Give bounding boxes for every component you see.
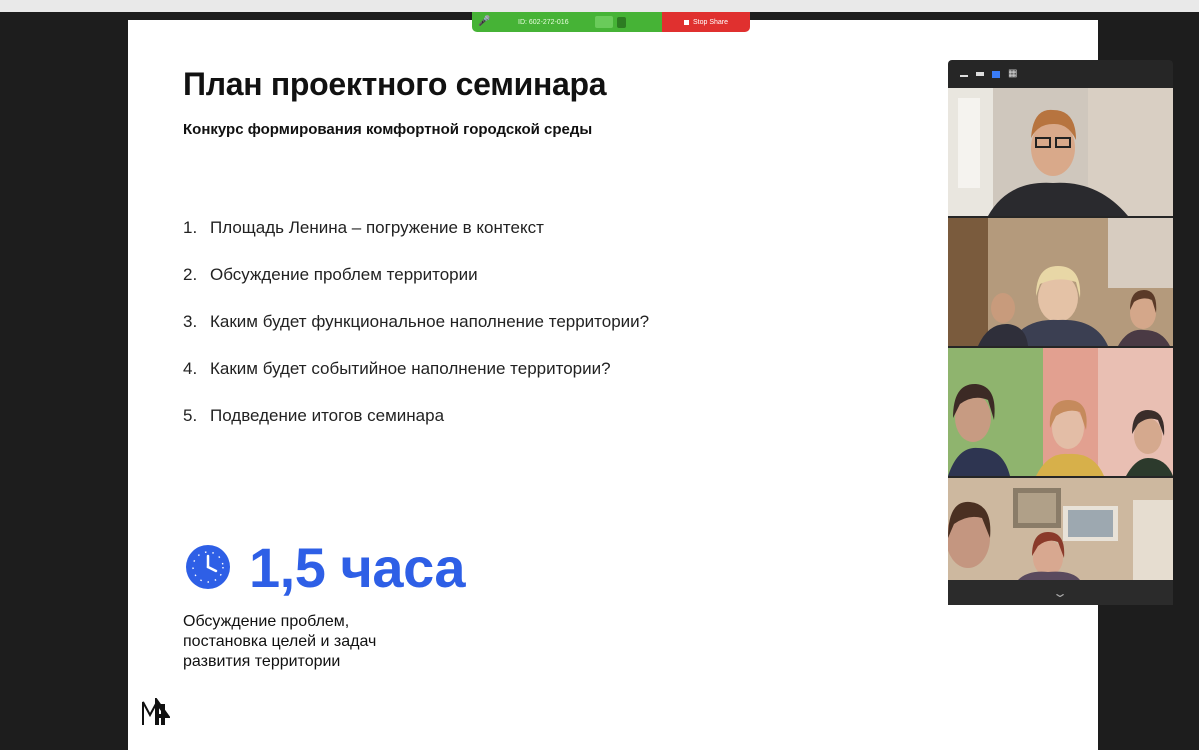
stop-share-label: Stop Share: [692, 18, 729, 26]
chevron-down-icon[interactable]: ⌄: [1052, 586, 1068, 600]
description-line: постановка целей и задач: [183, 633, 377, 650]
agenda-item: 5. Подведение итогов семинара: [183, 404, 649, 451]
agenda-item-number: 5.: [183, 406, 198, 425]
participant-video-image: [948, 88, 1173, 216]
video-panel-toolbar: ▦: [948, 60, 1173, 88]
stop-icon: [683, 19, 689, 25]
share-status-bar: 🎤 ID: 602-272-016: [472, 12, 662, 32]
agenda-item-text: Обсуждение проблем территории: [210, 265, 478, 284]
gallery-view-icon[interactable]: ▦: [1008, 69, 1018, 79]
agenda-item-number: 4.: [183, 359, 198, 378]
meeting-id: ID: 602-272-016: [518, 18, 569, 26]
organization-logo: [142, 698, 170, 725]
agenda-item: 1. Площадь Ленина – погружение в контекст: [183, 216, 649, 263]
lock-icon[interactable]: [616, 16, 626, 28]
participant-video-1[interactable]: [948, 88, 1173, 216]
agenda-item-text: Каким будет функциональное наполнение те…: [210, 312, 650, 331]
minimize-icon[interactable]: [960, 75, 968, 77]
agenda-item-text: Площадь Ленина – погружение в контекст: [210, 218, 544, 237]
participant-video-image: [948, 348, 1173, 476]
agenda-item: 3. Каким будет функциональное наполнение …: [183, 310, 649, 357]
participant-video-4[interactable]: [948, 478, 1173, 580]
video-panel-scroll[interactable]: ⌄: [948, 580, 1173, 605]
agenda-item: 4. Каким будет событийное наполнение терр…: [183, 357, 649, 404]
microphone-icon[interactable]: 🎤: [478, 12, 492, 32]
agenda-item: 2. Обсуждение проблем территории: [183, 263, 649, 310]
agenda-list: 1. Площадь Ленина – погружение в контекст…: [183, 216, 649, 451]
agenda-item-number: 1.: [183, 218, 198, 237]
duration-description: Обсуждение проблем, постановка целей и з…: [183, 612, 503, 672]
video-panel: ▦ ⌄: [948, 60, 1173, 605]
participant-video-image: [948, 218, 1173, 346]
window-top-edge: [0, 0, 1199, 12]
single-view-icon[interactable]: [976, 72, 984, 76]
duration-value: 1,5 часа: [249, 535, 466, 599]
description-line: Обсуждение проблем,: [183, 613, 350, 630]
active-speaker-view-icon[interactable]: [992, 70, 1000, 78]
slide-title: План проектного семинара: [183, 66, 607, 102]
slide-subtitle: Конкурс формирования комфортной городско…: [183, 121, 593, 138]
participant-video-2[interactable]: [948, 218, 1173, 346]
description-line: развития территории: [183, 653, 341, 670]
screen-share-toolbar: 🎤 ID: 602-272-016 Stop Share: [472, 12, 750, 32]
pause-share-button[interactable]: [594, 16, 613, 28]
agenda-item-number: 3.: [183, 312, 198, 331]
participant-video-image: [948, 478, 1173, 580]
clock-icon: [186, 545, 230, 589]
duration-block: 1,5 часа: [185, 532, 466, 602]
agenda-item-text: Каким будет событийное наполнение террит…: [210, 359, 611, 378]
agenda-item-text: Подведение итогов семинара: [210, 406, 445, 425]
agenda-item-number: 2.: [183, 265, 198, 284]
stop-share-button[interactable]: Stop Share: [662, 12, 750, 32]
participant-video-3[interactable]: [948, 348, 1173, 476]
